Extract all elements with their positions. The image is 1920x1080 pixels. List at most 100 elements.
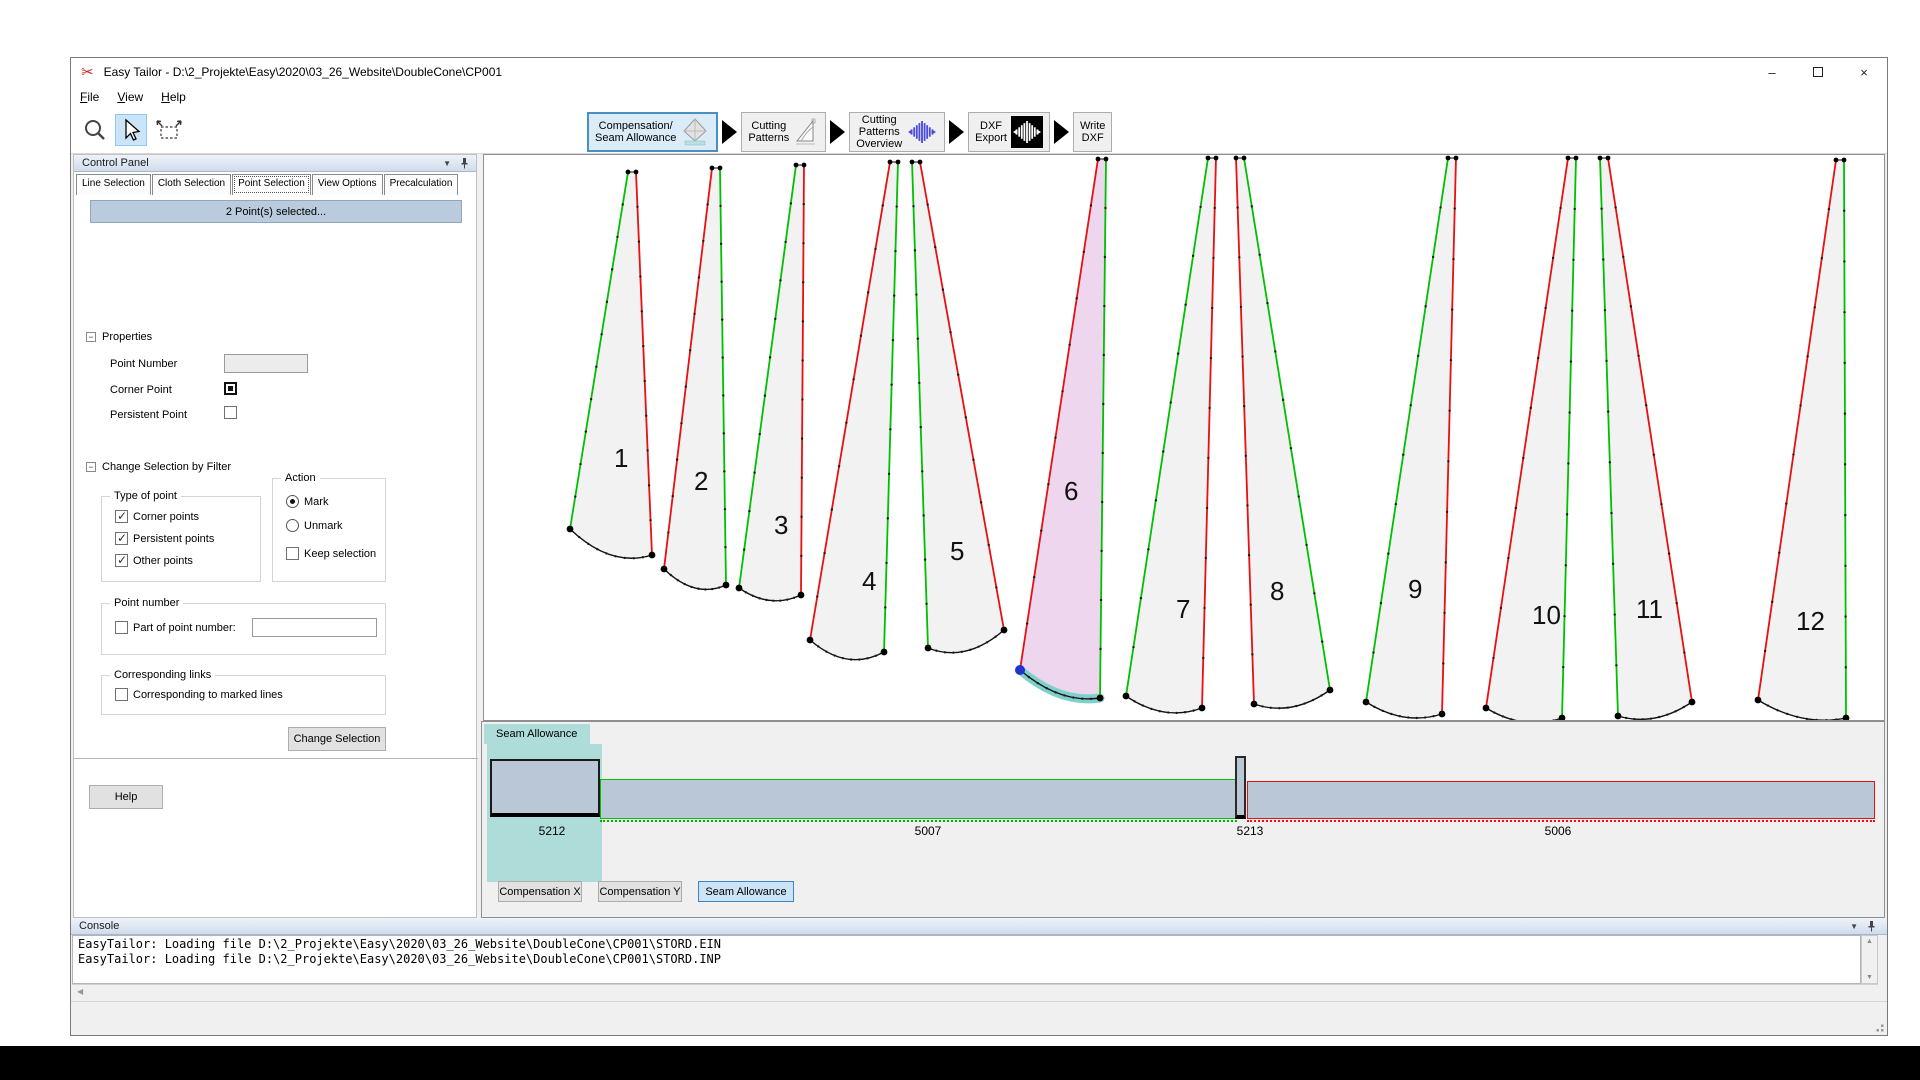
corner-point[interactable] — [802, 163, 807, 168]
corner-point[interactable] — [626, 170, 631, 175]
select-tool-button[interactable] — [115, 114, 147, 146]
collapse-icon[interactable]: − — [86, 332, 96, 342]
corner-point[interactable] — [710, 166, 715, 171]
corner-point[interactable] — [1439, 711, 1446, 718]
corner-point[interactable] — [807, 637, 814, 644]
corner-point[interactable] — [1096, 157, 1101, 162]
piece-7[interactable] — [1126, 158, 1216, 713]
corner-points-checkbox[interactable] — [115, 510, 128, 523]
properties-section-header[interactable]: − Properties — [86, 331, 152, 343]
chevron-down-icon[interactable]: ▼ — [443, 159, 451, 168]
piece-11[interactable] — [1600, 158, 1692, 719]
corner-point[interactable] — [1363, 699, 1370, 706]
corner-point[interactable] — [1234, 156, 1239, 161]
corner-point[interactable] — [1483, 705, 1490, 712]
scroll-down-icon[interactable]: ▼ — [1862, 974, 1877, 981]
corner-point[interactable] — [1574, 156, 1579, 161]
corner-point[interactable] — [567, 526, 574, 533]
part-of-point-number-checkbox[interactable] — [115, 621, 128, 634]
corner-point[interactable] — [1199, 705, 1206, 712]
corner-point[interactable] — [1598, 156, 1603, 161]
corner-point[interactable] — [1566, 156, 1571, 161]
corner-point[interactable] — [881, 649, 888, 656]
point-number-input[interactable] — [224, 354, 308, 373]
seam-box-5006[interactable] — [1247, 781, 1875, 819]
seam-box-5213[interactable] — [1235, 756, 1246, 819]
piece-12[interactable] — [1758, 160, 1846, 720]
menu-help[interactable]: Help — [152, 88, 195, 106]
collapse-icon[interactable]: − — [86, 462, 96, 472]
pin-icon[interactable] — [1866, 920, 1877, 932]
persistent-point-checkbox[interactable] — [224, 406, 237, 419]
keep-selection-row[interactable]: Keep selection — [286, 547, 376, 560]
piece-6-highlighted[interactable] — [1020, 159, 1106, 699]
menu-file[interactable]: File — [71, 88, 108, 106]
minimize-button[interactable]: – — [1749, 58, 1795, 86]
workflow-dxf-export-button[interactable]: DXFExport — [968, 112, 1050, 152]
persistent-points-row[interactable]: Persistent points — [115, 532, 214, 545]
corresponding-to-marked-lines-checkbox[interactable] — [115, 688, 128, 701]
console-horizontal-scrollbar[interactable]: ◀ — [72, 984, 1878, 999]
console-log[interactable]: EasyTailor: Loading file D:\2_Projekte\E… — [72, 935, 1861, 984]
corner-point[interactable] — [634, 170, 639, 175]
corner-point-checkbox[interactable] — [224, 382, 237, 395]
piece-2[interactable] — [664, 168, 726, 589]
pattern-canvas[interactable]: 123456789101112 — [483, 154, 1885, 721]
change-selection-button[interactable]: Change Selection — [288, 727, 386, 751]
maximize-button[interactable] — [1795, 58, 1841, 86]
mark-radio-row[interactable]: Mark — [286, 495, 328, 508]
tab-line-selection[interactable]: Line Selection — [76, 174, 151, 195]
corner-point[interactable] — [1001, 627, 1008, 634]
piece-10[interactable] — [1486, 158, 1576, 720]
tab-point-selection[interactable]: Point Selection — [232, 174, 311, 195]
corner-point[interactable] — [1689, 699, 1696, 706]
seam-tab-seam-allowance[interactable]: Seam Allowance — [698, 881, 794, 902]
corner-point[interactable] — [1834, 158, 1839, 163]
corner-point[interactable] — [1454, 156, 1459, 161]
workflow-write-dxf-button[interactable]: WriteDXF — [1073, 112, 1112, 152]
corner-point[interactable] — [888, 160, 893, 165]
workflow-cutting-patterns-overview-button[interactable]: CuttingPatternsOverview — [849, 112, 945, 152]
corner-point[interactable] — [1842, 158, 1847, 163]
corresponding-to-marked-lines-row[interactable]: Corresponding to marked lines — [115, 688, 283, 701]
piece-9[interactable] — [1366, 158, 1456, 718]
other-points-checkbox[interactable] — [115, 554, 128, 567]
unmark-radio-row[interactable]: Unmark — [286, 519, 343, 532]
keep-selection-checkbox[interactable] — [286, 547, 299, 560]
corner-point[interactable] — [1242, 156, 1247, 161]
corner-point[interactable] — [1206, 156, 1211, 161]
seam-tab-compensation-x[interactable]: Compensation X — [498, 881, 582, 902]
corner-point[interactable] — [649, 552, 656, 559]
corner-point[interactable] — [794, 163, 799, 168]
chevron-down-icon[interactable]: ▼ — [1850, 922, 1858, 931]
selection-banner[interactable]: 2 Point(s) selected... — [90, 200, 462, 223]
workflow-compensation-seam-allowance-button[interactable]: Compensation/Seam Allowance — [587, 112, 718, 152]
corner-point[interactable] — [1327, 687, 1334, 694]
corner-point[interactable] — [1251, 701, 1258, 708]
console-header[interactable]: Console ▼ — [71, 918, 1887, 935]
point-number-filter-input[interactable] — [252, 618, 377, 637]
corner-point[interactable] — [910, 160, 915, 165]
filter-section-header[interactable]: − Change Selection by Filter — [86, 461, 231, 473]
mark-radio[interactable] — [286, 495, 299, 508]
scroll-up-icon[interactable]: ▲ — [1862, 938, 1877, 945]
pin-icon[interactable] — [459, 157, 470, 169]
corner-point[interactable] — [1606, 156, 1611, 161]
marquee-select-tool-button[interactable] — [151, 114, 187, 146]
seam-box-5212[interactable] — [490, 759, 600, 817]
persistent-points-checkbox[interactable] — [115, 532, 128, 545]
resize-grip-icon[interactable] — [1873, 1021, 1885, 1033]
corner-point[interactable] — [1214, 156, 1219, 161]
corner-point[interactable] — [718, 166, 723, 171]
seam-tab-compensation-y[interactable]: Compensation Y — [598, 881, 682, 902]
console-vertical-scrollbar[interactable]: ▲ ▼ — [1861, 935, 1878, 984]
seam-box-5007[interactable] — [600, 779, 1237, 819]
other-points-row[interactable]: Other points — [115, 554, 193, 567]
piece-8[interactable] — [1236, 158, 1330, 708]
corner-point[interactable] — [1615, 713, 1622, 720]
corner-point[interactable] — [1446, 156, 1451, 161]
corner-point[interactable] — [1104, 157, 1109, 162]
help-button[interactable]: Help — [89, 785, 163, 809]
piece-1[interactable] — [570, 172, 652, 558]
corner-point[interactable] — [723, 582, 730, 589]
